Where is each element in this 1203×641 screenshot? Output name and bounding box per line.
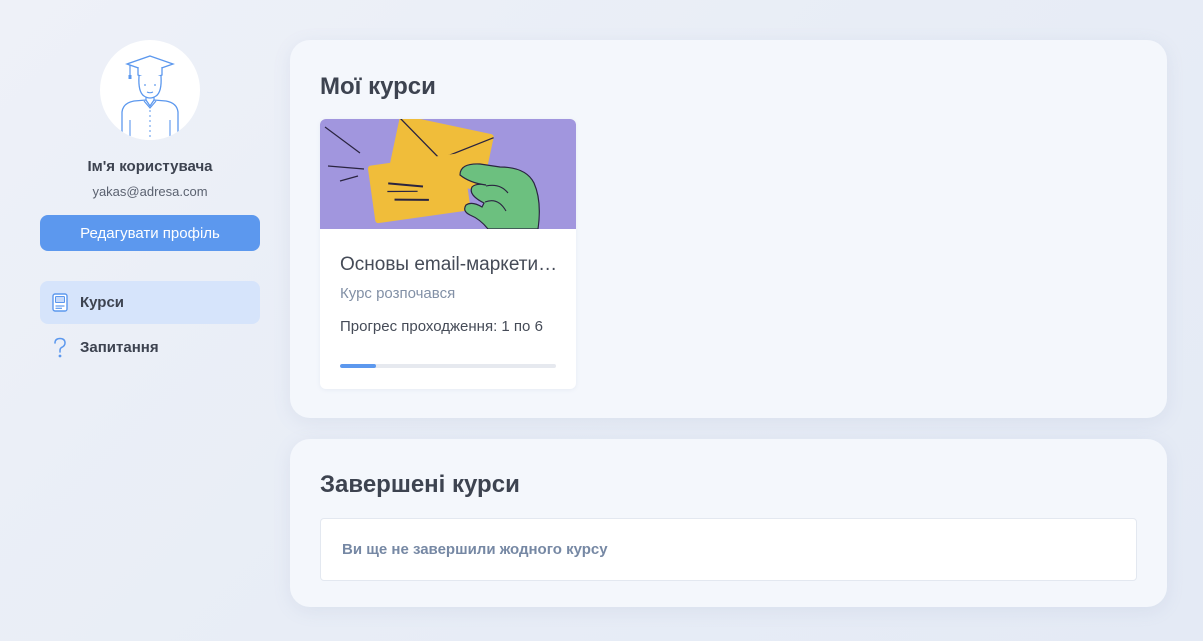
completed-courses-title: Завершені курси [320, 471, 520, 498]
course-status: Курс розпочався [340, 285, 456, 302]
course-title[interactable]: Основы email-маркетинга [340, 254, 560, 276]
book-icon [51, 293, 69, 313]
my-courses-title: Мої курси [320, 73, 436, 100]
sidebar-nav: Курси Запитання [40, 281, 260, 371]
sidebar-item-questions[interactable]: Запитання [40, 326, 260, 369]
sidebar-item-label: Запитання [80, 339, 159, 356]
course-progress-text: Прогрес проходження: 1 по 6 [340, 318, 543, 335]
user-email: yakas@adresa.com [92, 184, 208, 199]
empty-state-message: Ви ще не завершили жодного курсу [342, 541, 608, 558]
user-name: Ім'я користувача [87, 158, 213, 175]
edit-profile-button[interactable]: Редагувати профіль [40, 215, 260, 251]
course-cover-image [320, 119, 576, 229]
course-progress-bar [340, 364, 556, 368]
sidebar-item-label: Курси [80, 294, 125, 311]
course-progress-fill [340, 364, 376, 368]
my-courses-panel: Мої курси Основы email-маркетинга Курс р… [290, 40, 1167, 418]
sidebar: Ім'я користувача yakas@adresa.com Редагу… [40, 40, 260, 371]
question-icon [51, 337, 69, 358]
empty-state-box: Ви ще не завершили жодного курсу [320, 518, 1137, 581]
course-card[interactable]: Основы email-маркетинга Курс розпочався … [320, 119, 576, 389]
completed-courses-panel: Завершені курси Ви ще не завершили жодно… [290, 439, 1167, 607]
student-avatar-icon [100, 40, 200, 140]
sidebar-item-courses[interactable]: Курси [40, 281, 260, 324]
